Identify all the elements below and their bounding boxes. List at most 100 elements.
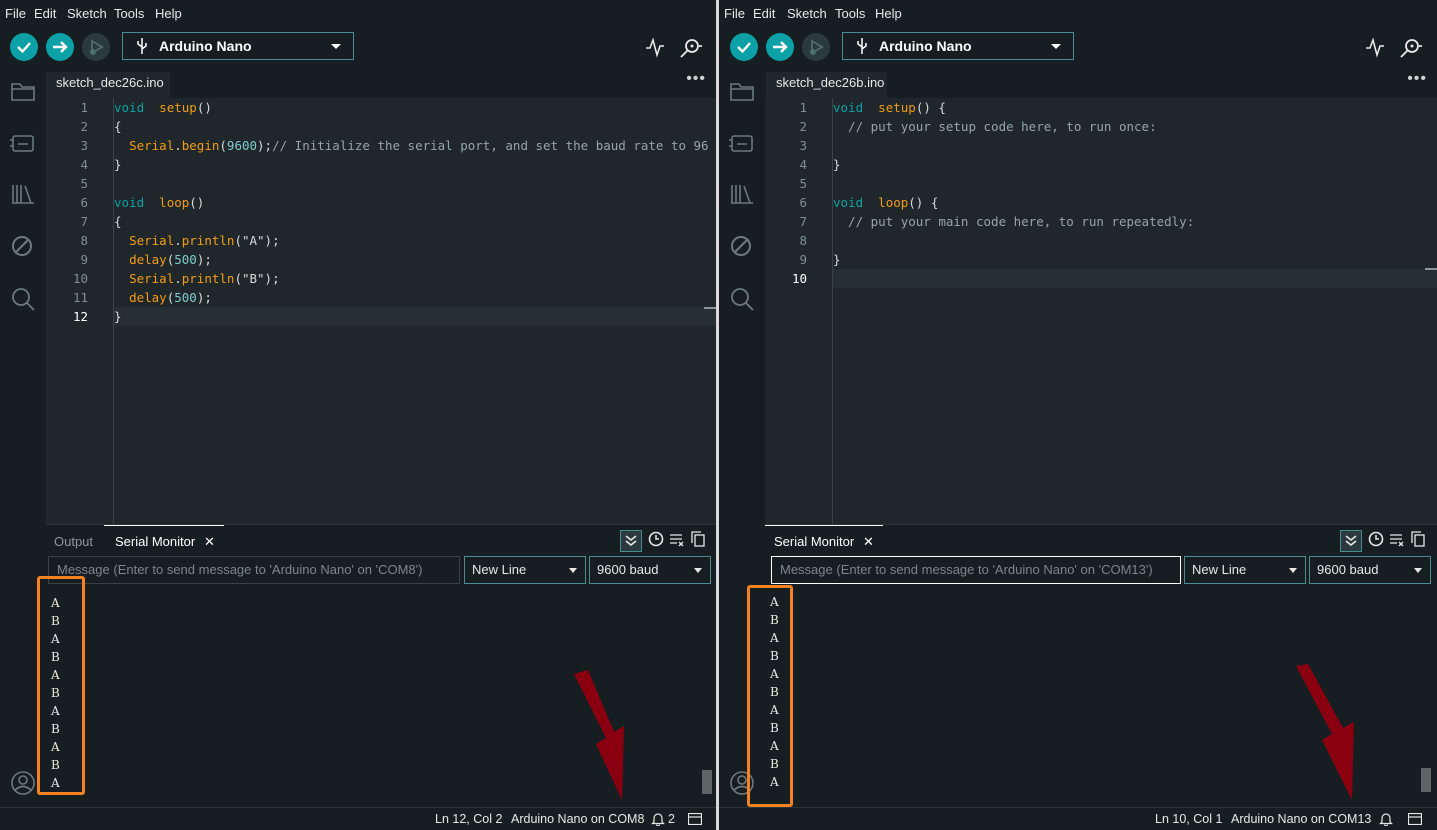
code-line[interactable]: [833, 136, 1437, 155]
tab-output[interactable]: Output: [54, 534, 93, 549]
code-line[interactable]: delay(500);: [114, 288, 716, 307]
code-line[interactable]: // put your main code here, to run repea…: [833, 212, 1437, 231]
menu-file[interactable]: File: [724, 6, 745, 21]
code-line[interactable]: {: [114, 117, 716, 136]
arrow-right-icon: [773, 41, 788, 53]
library-icon[interactable]: [729, 182, 755, 206]
autoscroll-icon[interactable]: [620, 530, 642, 552]
serial-monitor-icon[interactable]: [1398, 36, 1424, 58]
menu-edit[interactable]: Edit: [753, 6, 775, 21]
scrollbar[interactable]: [702, 770, 712, 794]
search-icon[interactable]: [729, 286, 755, 312]
upload-button[interactable]: [46, 33, 74, 61]
code-area[interactable]: void setup() { // put your setup code he…: [833, 98, 1437, 288]
board-port-status[interactable]: Arduino Nano on COM13: [1231, 812, 1371, 826]
boards-manager-icon[interactable]: [10, 132, 36, 154]
tab-sketch-file[interactable]: sketch_dec26b.ino: [766, 72, 887, 98]
panel-tabs: Serial Monitor ✕: [765, 524, 1437, 555]
tab-serial-monitor[interactable]: Serial Monitor: [115, 534, 195, 549]
code-line[interactable]: void setup() {: [833, 98, 1437, 117]
board-selector[interactable]: Arduino Nano: [842, 32, 1074, 60]
code-token: );: [196, 252, 212, 267]
library-icon[interactable]: [10, 182, 36, 206]
line-ending-select[interactable]: New Line: [464, 556, 586, 584]
code-line[interactable]: void loop(): [114, 193, 716, 212]
code-line[interactable]: [833, 269, 1437, 288]
clear-output-icon[interactable]: [669, 533, 685, 547]
code-line[interactable]: {: [114, 212, 716, 231]
code-line[interactable]: Serial.println("A");: [114, 231, 716, 250]
folder-icon[interactable]: [10, 80, 36, 102]
code-editor[interactable]: 1 2 3 4 5 6 7 8 9 10 11 12 void setup(){ Serial.beg…: [46, 98, 716, 524]
verify-button[interactable]: [730, 33, 758, 61]
debug-disabled-icon[interactable]: [10, 234, 36, 258]
code-editor[interactable]: 1 2 3 4 5 6 7 8 9 10 void setup() { // put your s…: [765, 98, 1437, 524]
menu-edit[interactable]: Edit: [34, 6, 56, 21]
board-selector[interactable]: Arduino Nano: [122, 32, 354, 60]
boards-manager-icon[interactable]: [729, 132, 755, 154]
menu-sketch[interactable]: Sketch: [67, 6, 107, 21]
menu-tools[interactable]: Tools: [114, 6, 144, 21]
cursor-position[interactable]: Ln 10, Col 1: [1155, 812, 1222, 826]
code-line[interactable]: }: [114, 155, 716, 174]
tab-sketch-file[interactable]: sketch_dec26c.ino: [46, 72, 170, 98]
tab-serial-monitor[interactable]: Serial Monitor: [774, 534, 854, 549]
debug-button[interactable]: [82, 33, 110, 61]
more-icon[interactable]: •••: [686, 70, 706, 88]
menu-file[interactable]: File: [5, 6, 26, 21]
code-line[interactable]: [833, 174, 1437, 193]
board-port-status[interactable]: Arduino Nano on COM8: [511, 812, 644, 826]
message-input[interactable]: Message (Enter to send message to 'Ardui…: [771, 556, 1181, 584]
debug-disabled-icon[interactable]: [729, 234, 755, 258]
code-line[interactable]: Serial.begin(9600);// Initialize the ser…: [114, 136, 716, 155]
code-line[interactable]: }: [114, 307, 716, 326]
line-number-gutter: 1 2 3 4 5 6 7 8 9 10 11 12: [46, 98, 112, 524]
code-line[interactable]: // put your setup code here, to run once…: [833, 117, 1437, 136]
panel-toggle-icon[interactable]: [1408, 813, 1422, 825]
code-token: }: [833, 252, 841, 267]
menu-tools[interactable]: Tools: [835, 6, 865, 21]
menu-help[interactable]: Help: [155, 6, 182, 21]
code-line[interactable]: }: [833, 250, 1437, 269]
menu-sketch[interactable]: Sketch: [787, 6, 827, 21]
notification-bell-icon[interactable]: [651, 812, 665, 826]
line-ending-select[interactable]: New Line: [1184, 556, 1306, 584]
code-line[interactable]: }: [833, 155, 1437, 174]
code-line[interactable]: void loop() {: [833, 193, 1437, 212]
code-line[interactable]: Serial.println("B");: [114, 269, 716, 288]
account-icon[interactable]: [10, 770, 36, 796]
debug-button[interactable]: [802, 33, 830, 61]
copy-icon[interactable]: [1411, 531, 1425, 547]
close-icon[interactable]: ✕: [863, 534, 874, 550]
code-token: loop: [159, 195, 190, 210]
notification-bell-icon[interactable]: [1379, 812, 1393, 826]
clear-output-icon[interactable]: [1389, 533, 1405, 547]
timestamp-icon[interactable]: [1368, 531, 1384, 547]
menu-help[interactable]: Help: [875, 6, 902, 21]
panel-toggle-icon[interactable]: [688, 813, 702, 825]
autoscroll-icon[interactable]: [1340, 530, 1362, 552]
scrollbar[interactable]: [1421, 768, 1431, 792]
verify-button[interactable]: [10, 33, 38, 61]
folder-icon[interactable]: [729, 80, 755, 102]
timestamp-icon[interactable]: [648, 531, 664, 547]
more-icon[interactable]: •••: [1407, 70, 1427, 88]
code-token: (: [234, 233, 242, 248]
upload-button[interactable]: [766, 33, 794, 61]
code-line[interactable]: void setup(): [114, 98, 716, 117]
code-line[interactable]: delay(500);: [114, 250, 716, 269]
message-input[interactable]: Message (Enter to send message to 'Ardui…: [48, 556, 460, 584]
cursor-position[interactable]: Ln 12, Col 2: [435, 812, 502, 826]
search-icon[interactable]: [10, 286, 36, 312]
code-token: {: [114, 214, 122, 229]
code-line[interactable]: [114, 174, 716, 193]
code-area[interactable]: void setup(){ Serial.begin(9600);// Init…: [114, 98, 716, 326]
code-line[interactable]: [833, 231, 1437, 250]
baud-rate-select[interactable]: 9600 baud: [589, 556, 711, 584]
serial-monitor-icon[interactable]: [678, 36, 704, 58]
serial-plotter-icon[interactable]: [644, 36, 666, 58]
copy-icon[interactable]: [691, 531, 705, 547]
serial-plotter-icon[interactable]: [1364, 36, 1386, 58]
baud-rate-select[interactable]: 9600 baud: [1309, 556, 1431, 584]
close-icon[interactable]: ✕: [204, 534, 215, 550]
